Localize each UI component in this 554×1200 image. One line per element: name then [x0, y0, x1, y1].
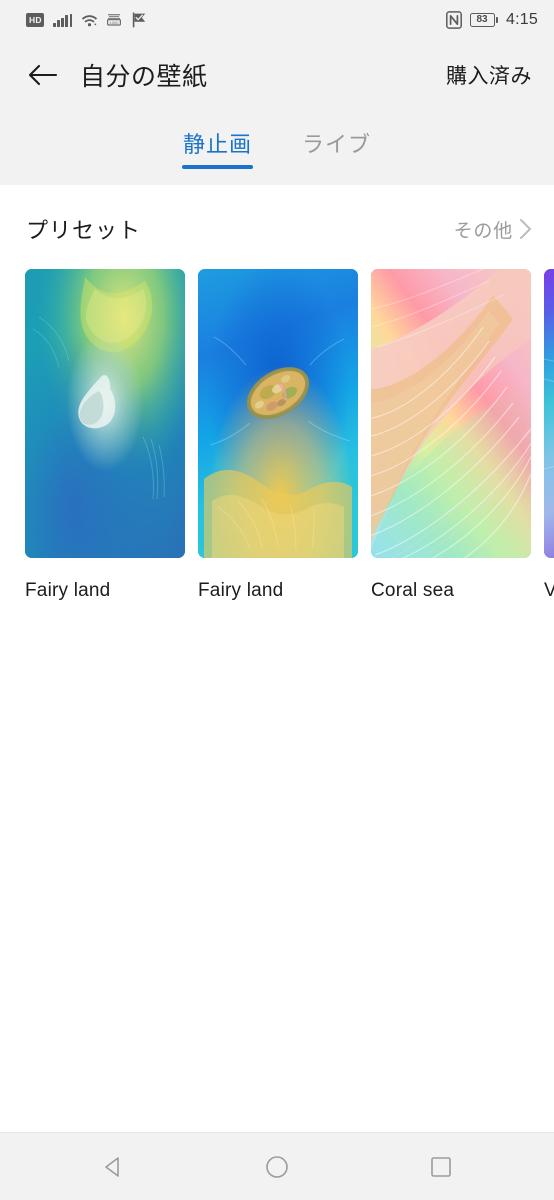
nav-recents-icon[interactable] [418, 1144, 464, 1190]
nav-back-icon[interactable] [90, 1144, 136, 1190]
tab-bar: 静止画 ライブ [0, 110, 554, 185]
wallpaper-item[interactable]: Fairy land [25, 269, 185, 602]
wallpaper-thumbnail[interactable] [198, 269, 358, 558]
preset-section-header: プリセット その他 [0, 185, 554, 245]
signal-bars-icon [53, 13, 73, 27]
content-area: プリセット その他 Fairy land Fairy land Coral se… [0, 185, 554, 1132]
back-arrow-icon[interactable] [26, 58, 60, 92]
tab-live[interactable]: ライブ [300, 123, 373, 173]
nfc-icon [445, 11, 462, 29]
status-bar-left-icons: HD 1000 [26, 12, 147, 28]
purchased-button[interactable]: 購入済み [446, 60, 532, 90]
app-bar: 自分の壁紙 購入済み [0, 40, 554, 110]
flag-check-icon [132, 12, 147, 28]
svg-text:1000: 1000 [110, 20, 120, 25]
wallpaper-item[interactable]: Fairy land [198, 269, 358, 602]
vpn-key-icon: 1000 [107, 13, 123, 27]
wallpaper-thumbnail[interactable] [25, 269, 185, 558]
wifi-icon [81, 13, 98, 27]
section-more-label: その他 [453, 220, 513, 242]
status-bar-right-icons: 83 4:15 [445, 11, 538, 29]
hd-icon: HD [26, 13, 45, 27]
wallpaper-item[interactable]: Coral sea [371, 269, 531, 602]
wallpaper-label: Fairy land [25, 580, 111, 601]
battery-percent-label: 83 [476, 14, 488, 25]
status-bar: HD 1000 83 4:15 [0, 0, 554, 40]
wallpaper-thumbnail[interactable] [544, 269, 554, 558]
section-more-button[interactable]: その他 [454, 216, 532, 243]
wallpaper-item[interactable]: V [544, 269, 554, 602]
wallpaper-picker-screen: HD 1000 83 4:15 自分の壁紙 購入済み 静止画 ライブ プリセット… [0, 0, 554, 1200]
page-title: 自分の壁紙 [80, 63, 208, 91]
battery-icon: 83 [469, 13, 499, 27]
wallpaper-label: Fairy land [198, 580, 284, 601]
clock-label: 4:15 [506, 11, 538, 28]
section-title: プリセット [26, 218, 142, 243]
nav-home-icon[interactable] [254, 1144, 300, 1190]
wallpaper-label: Coral sea [371, 580, 455, 601]
system-nav-bar [0, 1132, 554, 1200]
wallpaper-carousel[interactable]: Fairy land Fairy land Coral sea V [0, 245, 554, 602]
wallpaper-label: V [544, 580, 554, 601]
chevron-right-icon [519, 218, 532, 240]
tab-still-image[interactable]: 静止画 [181, 123, 254, 173]
wallpaper-thumbnail[interactable] [371, 269, 531, 558]
